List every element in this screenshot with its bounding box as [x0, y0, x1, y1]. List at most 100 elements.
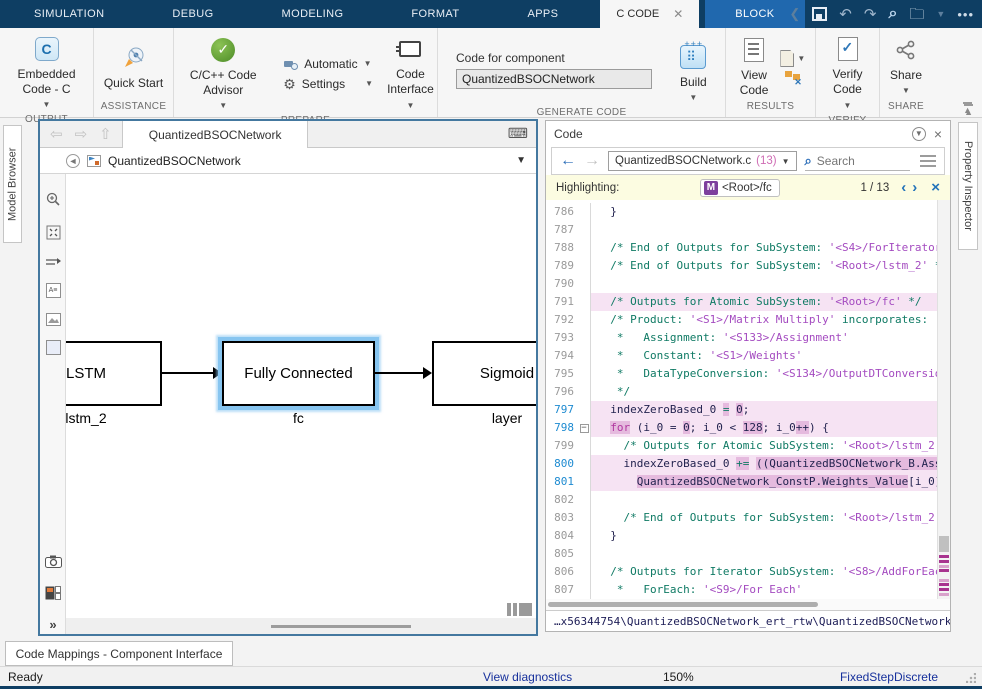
- view-diagnostics-link[interactable]: View diagnostics: [483, 670, 572, 684]
- view-code-button[interactable]: View Code: [736, 33, 773, 100]
- code-mappings-tab[interactable]: Code Mappings - Component Interface: [5, 641, 233, 666]
- search-icon: ⌕: [805, 153, 812, 169]
- fit-to-view-icon[interactable]: [40, 221, 66, 243]
- code-line[interactable]: 792 /* Product: '<S1>/Matrix Multiply' i…: [546, 311, 950, 329]
- more-options-icon[interactable]: •••: [957, 7, 974, 22]
- code-line[interactable]: 795 * DataTypeConversion: '<S134>/Output…: [546, 365, 950, 383]
- code-line[interactable]: 794 * Constant: '<S1>/Weights': [546, 347, 950, 365]
- block-diagram[interactable]: LSTM lstm_2 Fully Connected fc Sigmoid l…: [66, 174, 536, 618]
- share-button[interactable]: Share ▼: [886, 33, 926, 100]
- tab-debug[interactable]: DEBUG: [138, 0, 247, 28]
- navigate-up-icon[interactable]: ◄: [66, 154, 80, 168]
- vscrollbar-thumb[interactable]: [939, 536, 949, 552]
- code-line[interactable]: 791 /* Outputs for Atomic SubSystem: '<R…: [546, 293, 950, 311]
- code-line[interactable]: 793 * Assignment: '<S133>/Assignment': [546, 329, 950, 347]
- code-line[interactable]: 797 indexZeroBased_0 = 0;: [546, 401, 950, 419]
- code-back-icon[interactable]: ←: [560, 152, 576, 170]
- signal-wire[interactable]: [375, 372, 424, 374]
- model-browser-tab[interactable]: Model Browser: [3, 125, 22, 243]
- area-box-icon[interactable]: [40, 336, 66, 358]
- code-vscrollbar[interactable]: [937, 200, 950, 599]
- code-line[interactable]: 806 /* Outputs for Iterator SubSystem: '…: [546, 563, 950, 581]
- code-line[interactable]: 801 QuantizedBSOCNetwork_ConstP.Weights_…: [546, 473, 950, 491]
- code-line[interactable]: 800 indexZeroBased_0 += ((QuantizedBSOCN…: [546, 455, 950, 473]
- code-line[interactable]: 803 /* End of Outputs for SubSystem: '<R…: [546, 509, 950, 527]
- automatic-dropdown[interactable]: Automatic ▼: [283, 57, 371, 71]
- solver-name[interactable]: FixedStepDiscrete: [840, 670, 938, 684]
- prev-highlight-icon[interactable]: ‹: [901, 180, 906, 195]
- image-annotation-icon[interactable]: [40, 308, 66, 330]
- tab-modeling[interactable]: MODELING: [248, 0, 378, 28]
- tab-format[interactable]: FORMAT: [377, 0, 493, 28]
- verify-code-button[interactable]: Verify Code ▼: [824, 32, 871, 115]
- nav-back-icon[interactable]: ⇦: [50, 125, 63, 143]
- tab-c-code-active[interactable]: C CODE ✕: [600, 0, 699, 28]
- component-input[interactable]: [456, 69, 652, 89]
- code-interface-button[interactable]: Code Interface ▼: [383, 32, 438, 115]
- code-line[interactable]: 789 /* End of Outputs for SubSystem: '<R…: [546, 257, 950, 275]
- quick-start-button[interactable]: Quick Start: [95, 41, 173, 93]
- window-resize-grip[interactable]: [966, 673, 976, 683]
- annotation-icon[interactable]: A≡: [40, 279, 66, 301]
- model-favorites-icon[interactable]: 🗀: [909, 7, 924, 22]
- close-panel-icon[interactable]: ×: [934, 126, 942, 142]
- qat-dropdown-icon[interactable]: ▼: [936, 9, 945, 19]
- menu-icon[interactable]: [920, 155, 936, 167]
- signal-wire[interactable]: [162, 372, 214, 374]
- code-line[interactable]: 807 * ForEach: '<S9>/For Each': [546, 581, 950, 599]
- code-line[interactable]: 786 }: [546, 203, 950, 221]
- section-label-results: RESULTS: [726, 101, 815, 117]
- block-sigmoid[interactable]: Sigmoid: [432, 341, 536, 406]
- embedded-code-button[interactable]: C Embedded Code - C ▼: [1, 32, 93, 114]
- code-line[interactable]: 796 */: [546, 383, 950, 401]
- file-dropdown[interactable]: QuantizedBSOCNetwork.c (13) ▼: [608, 151, 797, 171]
- remove-highlighting-icon[interactable]: [785, 71, 801, 85]
- nav-forward-icon[interactable]: ⇨: [75, 125, 88, 143]
- code-forward-icon[interactable]: →: [584, 152, 600, 170]
- build-button[interactable]: Build ▼: [676, 40, 711, 107]
- code-line[interactable]: 799 /* Outputs for Atomic SubSystem: '<R…: [546, 437, 950, 455]
- screenshot-icon[interactable]: [40, 550, 66, 572]
- code-search[interactable]: ⌕: [805, 151, 910, 171]
- keyboard-shortcuts-icon[interactable]: ⌨: [508, 125, 528, 142]
- undo-icon[interactable]: ↶: [839, 7, 852, 22]
- code-line[interactable]: 788 /* End of Outputs for SubSystem: '<S…: [546, 239, 950, 257]
- code-advisor-button[interactable]: ✓ C/C++ Code Advisor ▼: [173, 33, 273, 115]
- block-fully-connected[interactable]: Fully Connected: [222, 341, 375, 406]
- close-tab-icon[interactable]: ✕: [673, 7, 683, 21]
- code-line[interactable]: 805: [546, 545, 950, 563]
- redo-icon[interactable]: ↷: [864, 7, 877, 22]
- zoom-region-icon[interactable]: [40, 188, 66, 210]
- signal-routing-icon[interactable]: [40, 251, 66, 273]
- search-icon[interactable]: ⌕: [888, 5, 897, 23]
- property-inspector-tab[interactable]: Property Inspector: [958, 122, 978, 250]
- collapse-qat-icon[interactable]: ❮: [789, 6, 800, 22]
- viewmarks-icon[interactable]: [40, 582, 66, 604]
- code-line[interactable]: 802: [546, 491, 950, 509]
- minimize-panel-icon[interactable]: ▼: [912, 127, 926, 141]
- next-highlight-icon[interactable]: ›: [912, 180, 917, 195]
- block-lstm[interactable]: LSTM: [66, 341, 162, 406]
- highlight-chip[interactable]: M <Root>/fc: [700, 179, 780, 197]
- code-hscrollbar[interactable]: [546, 599, 950, 610]
- code-line[interactable]: 798− for (i_0 = 0; i_0 < 128; i_0++) {: [546, 419, 950, 437]
- clear-highlight-icon[interactable]: ×: [931, 179, 940, 196]
- code-line[interactable]: 804 }: [546, 527, 950, 545]
- tab-simulation[interactable]: SIMULATION: [0, 0, 138, 28]
- save-icon[interactable]: [812, 7, 827, 21]
- open-report-dropdown[interactable]: ▼: [780, 50, 805, 67]
- breadcrumb-model-name[interactable]: QuantizedBSOCNetwork: [108, 154, 241, 168]
- collapse-panel-icon[interactable]: ▲: [964, 104, 973, 117]
- expand-palette-icon[interactable]: »: [40, 617, 66, 632]
- canvas-resize-grip[interactable]: [507, 603, 532, 616]
- code-search-input[interactable]: [817, 154, 907, 168]
- code-editor[interactable]: 786 }787788 /* End of Outputs for SubSys…: [546, 200, 950, 599]
- document-tab[interactable]: QuantizedBSOCNetwork: [122, 121, 309, 148]
- nav-up-icon[interactable]: ⇧: [99, 125, 112, 143]
- settings-dropdown[interactable]: ⚙ Settings ▼: [283, 77, 373, 91]
- tab-apps[interactable]: APPS: [493, 0, 592, 28]
- code-line[interactable]: 790: [546, 275, 950, 293]
- breadcrumb-dropdown-icon[interactable]: ▼: [516, 155, 526, 166]
- code-line[interactable]: 787: [546, 221, 950, 239]
- canvas-hscrollbar[interactable]: [66, 618, 536, 634]
